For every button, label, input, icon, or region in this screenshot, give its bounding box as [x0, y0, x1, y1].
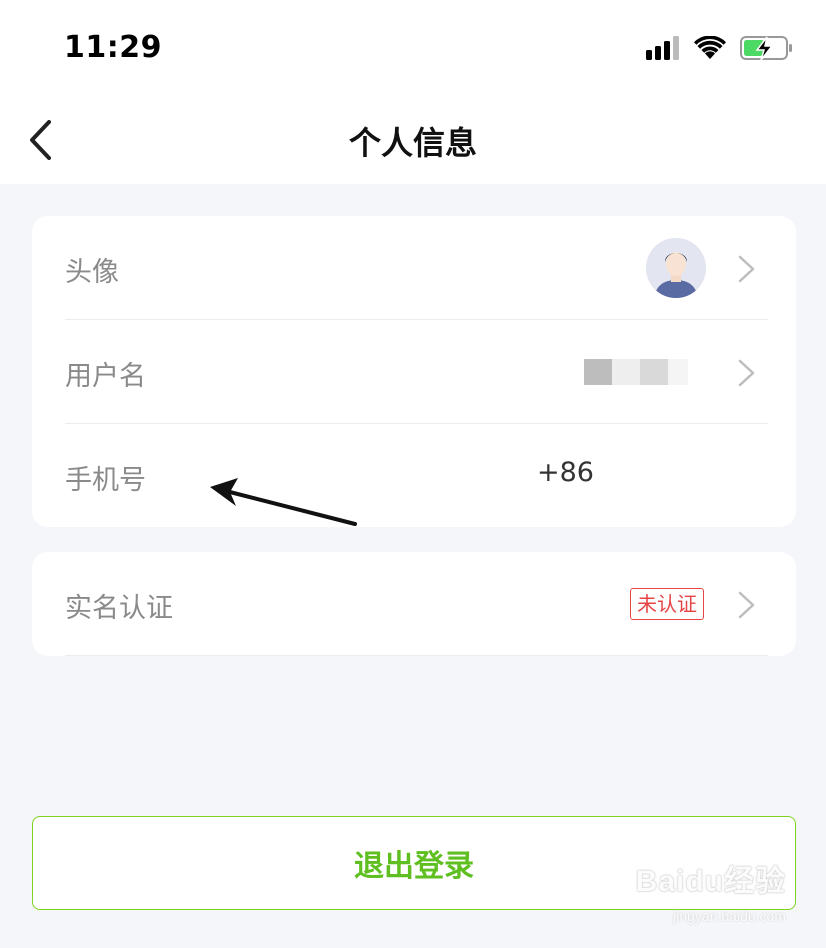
- chevron-right-icon: [738, 255, 755, 283]
- avatar-row[interactable]: 头像: [32, 216, 796, 320]
- chevron-right-icon: [738, 591, 755, 619]
- phone-label: 手机号: [65, 465, 146, 496]
- verification-row[interactable]: 实名认证 未认证: [32, 552, 796, 656]
- battery-charging-icon: [740, 36, 792, 61]
- avatar[interactable]: [646, 238, 706, 298]
- signal-icon: [646, 36, 679, 60]
- status-badge: 未认证: [630, 588, 704, 620]
- phone-value: +86: [537, 457, 594, 488]
- username-row[interactable]: 用户名: [32, 320, 796, 424]
- status-bar: 11:29: [0, 0, 826, 96]
- username-label: 用户名: [65, 361, 146, 392]
- watermark: Baidu经验 jingyan.baidu.com: [606, 856, 786, 936]
- divider: [65, 655, 768, 656]
- verification-card: 实名认证 未认证: [32, 552, 796, 656]
- wifi-icon: [694, 36, 726, 59]
- nav-bar: 个人信息: [0, 96, 826, 184]
- user-avatar-icon: [646, 238, 706, 298]
- watermark-brand: Baidu经验: [635, 865, 786, 898]
- status-icons: [646, 34, 794, 62]
- status-time: 11:29: [64, 30, 162, 65]
- chevron-right-icon: [738, 359, 755, 387]
- page-title: 个人信息: [348, 124, 477, 162]
- avatar-label: 头像: [65, 257, 119, 288]
- phone-row[interactable]: 手机号 +86: [32, 424, 796, 527]
- watermark-url: jingyan.baidu.com: [673, 908, 786, 924]
- profile-card: 头像 用户名 手机号 +86: [32, 216, 796, 527]
- username-value-obscured: [584, 358, 704, 386]
- verification-label: 实名认证: [65, 593, 173, 624]
